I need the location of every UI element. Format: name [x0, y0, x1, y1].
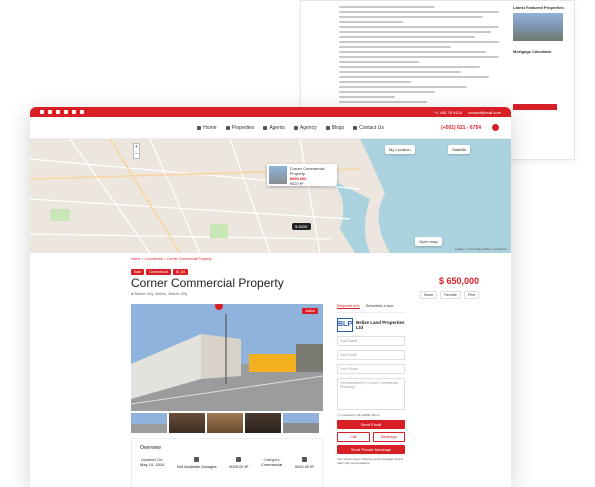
contact-icon	[353, 125, 358, 130]
listing-title: Corner Commercial Property	[131, 276, 284, 290]
favorite-button[interactable]: Favorite	[440, 291, 461, 299]
tag-id: ID_84	[172, 269, 189, 275]
login-note: You need to log in order to send message…	[337, 457, 404, 465]
building-icon	[225, 125, 230, 130]
zoom-out-button[interactable]: −	[134, 151, 139, 158]
facebook-icon[interactable]	[40, 110, 44, 114]
status-badge: Active	[302, 308, 318, 314]
gallery-thumbnails	[131, 413, 319, 433]
overview-row: Updated On: May 10, 2024 Not Available G…	[140, 457, 314, 469]
nav-item-agency[interactable]: Agency	[293, 125, 317, 131]
whatsapp-button[interactable]: WhatsApp	[372, 432, 405, 442]
message-field[interactable]: I'm interested in [ Corner Commercial Pr…	[337, 378, 405, 410]
nav-item-agents[interactable]: Agents	[263, 125, 285, 131]
home-icon	[197, 125, 202, 130]
top-bar: +1 456 78 9124 contact@mail.com	[30, 107, 511, 117]
top-phone[interactable]: +1 456 78 9124	[434, 110, 462, 115]
instagram-icon[interactable]	[48, 110, 52, 114]
user-avatar-icon[interactable]	[492, 124, 499, 131]
send-email-button[interactable]: Send Email	[337, 420, 405, 429]
satellite-button[interactable]: Satellite	[448, 145, 471, 154]
listing-hero-image[interactable]: Active	[131, 304, 323, 411]
pinterest-icon[interactable]	[80, 110, 84, 114]
contact-form: Request Info Schedule a tour BLP Belize …	[337, 303, 405, 465]
nav-item-properties[interactable]: Properties	[225, 125, 254, 131]
print-button[interactable]: Print	[463, 291, 479, 299]
email-field[interactable]: Your Email	[337, 350, 405, 360]
listing-detail: Sale Commercial ID_84 Corner Commercial …	[30, 261, 511, 487]
map-attribution: Leaflet | © OpenStreetMap contributors	[454, 247, 507, 251]
gallery-thumb[interactable]	[245, 413, 281, 433]
gallery-thumb[interactable]	[131, 413, 167, 433]
agency-logo: BLP	[337, 318, 353, 332]
name-field[interactable]: Your Name	[337, 336, 405, 346]
area-icon	[236, 457, 242, 462]
open-map-button[interactable]: Open map	[415, 237, 442, 246]
zoom-in-button[interactable]: +	[134, 144, 139, 151]
gdpr-consent-checkbox[interactable]: ☐ I consent to the GDPR Terms	[337, 413, 405, 417]
property-map[interactable]: + − My Location Satellite Corner Commerc…	[30, 139, 511, 253]
lot-icon	[301, 457, 307, 462]
twitter-icon[interactable]	[64, 110, 68, 114]
listing-tags: Sale Commercial ID_84	[131, 269, 189, 275]
overview-garages: Not Available Garages	[177, 457, 217, 469]
featured-thumbnail	[513, 13, 563, 41]
listing-address: ● Belize City, Belize, Belize City	[131, 291, 188, 296]
overview-heading: Overview	[140, 445, 161, 451]
popup-thumbnail	[269, 166, 287, 184]
form-tabs: Request Info Schedule a tour	[337, 303, 405, 313]
overview-size: 9020.00 ft²	[229, 457, 248, 469]
gallery-thumb[interactable]	[169, 413, 205, 433]
listing-price: $ 650,000	[438, 276, 479, 286]
contact-buttons: Call WhatsApp	[337, 432, 405, 442]
street-photo	[131, 304, 323, 411]
overview-panel: Overview Updated On: May 10, 2024 Not Av…	[131, 438, 323, 487]
share-button[interactable]: Share	[419, 291, 438, 299]
social-links	[40, 110, 84, 114]
call-button[interactable]: Call	[337, 432, 370, 442]
map-tiles	[30, 139, 511, 253]
calculate-button[interactable]	[513, 104, 557, 110]
nav-item-home[interactable]: Home	[197, 125, 217, 131]
linkedin-icon[interactable]	[72, 110, 76, 114]
agency-icon	[293, 125, 298, 130]
phone-field[interactable]: Your Phone	[337, 364, 405, 374]
overview-lot: 9020.00 ft²	[295, 457, 314, 469]
nav-item-contact[interactable]: Contact Us	[353, 125, 384, 131]
youtube-icon[interactable]	[56, 110, 60, 114]
agency-card[interactable]: BLP Belize Land Properties Ltd	[337, 318, 405, 332]
overview-updated: Updated On: May 10, 2024	[140, 457, 165, 467]
gallery-thumb[interactable]	[283, 413, 319, 433]
my-location-button[interactable]: My Location	[385, 145, 415, 154]
agency-name[interactable]: Belize Land Properties Ltd	[356, 320, 405, 330]
top-contact: +1 456 78 9124 contact@mail.com	[434, 110, 501, 115]
popup-area: 9020 ft²	[289, 181, 304, 186]
breadcrumb[interactable]: Home > Commercial > Corner Commercial Pr…	[30, 253, 511, 261]
nav-item-blogs[interactable]: Blogs	[325, 125, 344, 131]
featured-title: Latest Featured Properties	[513, 5, 564, 10]
tab-schedule-tour[interactable]: Schedule a tour	[366, 303, 394, 309]
rss-icon	[325, 125, 330, 130]
map-zoom-control[interactable]: + −	[133, 143, 140, 159]
background-description	[339, 3, 499, 106]
top-email[interactable]: contact@mail.com	[468, 110, 501, 115]
tab-request-info[interactable]: Request Info	[337, 303, 360, 309]
nav-phone[interactable]: (+501) 621 - 6754	[441, 125, 481, 131]
user-icon	[263, 125, 268, 130]
main-window: +1 456 78 9124 contact@mail.com Home Pro…	[30, 107, 511, 487]
background-sidebar: Latest Featured Properties Mortgage Calc…	[513, 5, 568, 110]
mortgage-title: Mortgage Calculator	[513, 49, 552, 54]
popup-title: Corner Commercial Property	[289, 166, 325, 176]
map-price-pin[interactable]: $ 650K	[292, 223, 311, 230]
tag-commercial[interactable]: Commercial	[146, 269, 171, 275]
gallery-thumb[interactable]	[207, 413, 243, 433]
map-popup[interactable]: Corner Commercial Property $650,000 9020…	[267, 164, 337, 186]
tag-sale[interactable]: Sale	[131, 269, 145, 275]
nav-menu: Home Properties Agents Agency Blogs Cont…	[197, 125, 384, 131]
garage-icon	[194, 457, 200, 462]
send-private-message-button[interactable]: Send Private Message	[337, 445, 405, 454]
main-nav: Home Properties Agents Agency Blogs Cont…	[30, 117, 511, 139]
overview-category: Category Commercial	[260, 457, 283, 467]
listing-actions: Share Favorite Print	[419, 291, 479, 299]
